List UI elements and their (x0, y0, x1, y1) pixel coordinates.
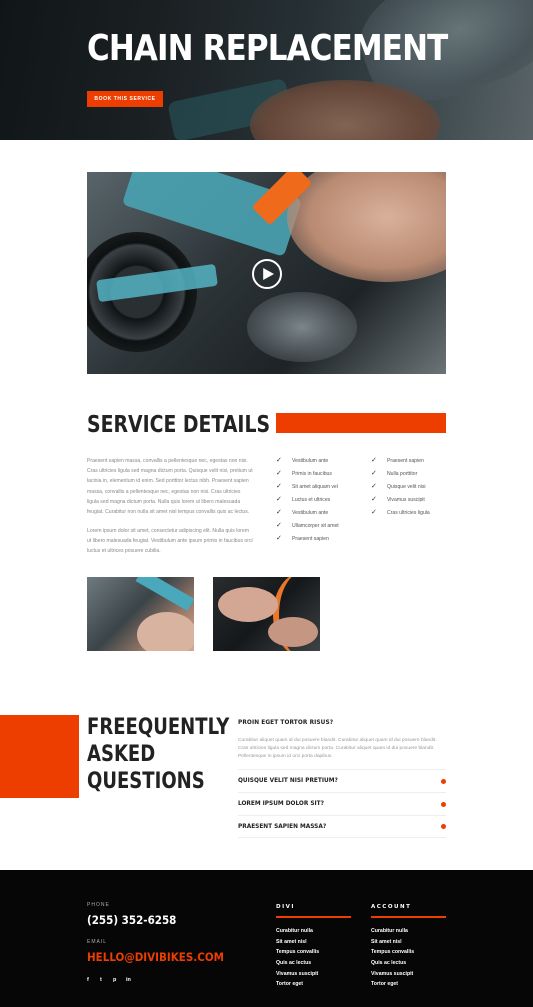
checklist-right: ✓ Praesent sapien ✓ Nulla porttitor ✓ Quisq… (371, 454, 430, 519)
checklist-left: ✓ Vestibulum ante ✓ Primis in faucibus ✓ Si… (276, 454, 339, 545)
faq-question: PRAESENT SAPIEN MASSA? (238, 823, 327, 830)
twitter-icon[interactable]: t (100, 977, 113, 983)
checklist-item: ✓ Vivamus suscipit (371, 496, 425, 503)
footer-links-account: Curabitur nulla Sit amet nisl Tempus con… (371, 928, 414, 992)
book-service-button[interactable]: BOOK THIS SERVICE (87, 91, 163, 107)
footer-link[interactable]: Quis ac lectus (276, 960, 319, 971)
footer-column-title-divi: DIVI (276, 904, 295, 910)
faq-question-open[interactable]: PROIN EGET TORTOR RISUS? (238, 720, 446, 726)
thumb-hand-shape (137, 612, 194, 651)
video-player[interactable] (87, 172, 446, 374)
footer-column-title-account: ACCOUNT (371, 904, 412, 910)
footer-link[interactable]: Tortor eget (371, 981, 414, 992)
checklist-item: ✓ Ullamcorper sit amet (276, 522, 339, 529)
footer (0, 870, 533, 1007)
checklist-item: ✓ Quisque velit nisi (371, 483, 426, 490)
thumb-hand-shape-2 (268, 617, 318, 647)
accent-bar (276, 413, 446, 433)
checklist-item: ✓ Primis in faucibus (276, 470, 332, 477)
check-icon: ✓ (276, 483, 282, 490)
pinterest-icon[interactable]: p (113, 977, 126, 983)
faq-heading-line-3: QUESTIONS (87, 769, 205, 794)
linkedin-icon[interactable]: in (126, 977, 139, 983)
faq-heading-line-2: ASKED (87, 742, 156, 767)
checklist-item: ✓ Cras ultricies ligula (371, 509, 430, 516)
faq-heading-line-1: FREEQUENTLY (87, 715, 230, 740)
toggle-dot-icon (441, 778, 446, 784)
toggle-dot-icon (441, 824, 446, 829)
thumb-hand-shape (218, 587, 278, 622)
thumb-frame-shape (135, 577, 194, 612)
toggle-dot-icon (441, 801, 446, 807)
hero-overlay (0, 0, 533, 140)
faq-question: LOREM IPSUM DOLOR SIT? (238, 801, 324, 807)
facebook-icon[interactable]: f (87, 977, 100, 983)
footer-link[interactable]: Vivamus suscipit (276, 971, 319, 982)
check-icon: ✓ (371, 470, 377, 477)
checklist-item: ✓ Vestibulum ante (276, 509, 329, 516)
service-description: Praesent sapien massa, convallis a pelle… (87, 458, 253, 516)
hero-banner: CHAIN REPLACEMENT BOOK THIS SERVICE (0, 0, 533, 140)
footer-link[interactable]: Vivamus suscipit (371, 971, 414, 982)
faq-accent-block (0, 715, 79, 798)
check-icon: ✓ (276, 496, 282, 503)
play-button[interactable] (252, 259, 282, 289)
check-icon: ✓ (276, 522, 282, 529)
checklist-item: ✓ Luctus et ultrices (276, 496, 331, 503)
video-photo-shadow (247, 292, 357, 362)
checklist-item: ✓ Praesent sapien (276, 535, 329, 542)
service-description-secondary: Lorem ipsum dolor sit amet, consectetur … (87, 528, 253, 555)
page-title: CHAIN REPLACEMENT (87, 28, 448, 69)
footer-link[interactable]: Tempus convallis (371, 949, 414, 960)
faq-heading: FREEQUENTLY ASKED QUESTIONS (87, 714, 229, 795)
video-photo-hand (287, 172, 446, 282)
footer-links-divi: Curabitur nulla Sit amet nisl Tempus con… (276, 928, 319, 992)
check-icon: ✓ (276, 457, 282, 464)
checklist-item: ✓ Vestibulum ante (276, 457, 329, 464)
check-icon: ✓ (371, 457, 377, 464)
footer-link[interactable]: Tempus convallis (276, 949, 319, 960)
footer-rule (276, 916, 351, 918)
check-icon: ✓ (276, 535, 282, 542)
email-link[interactable]: HELLO@DIVIBIKES.COM (87, 950, 224, 964)
faq-question: QUISQUE VELIT NISI PRETIUM? (238, 778, 338, 784)
social-links: f t p in (87, 977, 139, 983)
check-icon: ✓ (371, 509, 377, 516)
check-icon: ✓ (371, 496, 377, 503)
faq-toggle[interactable]: QUISQUE VELIT NISI PRETIUM? (238, 769, 446, 792)
footer-link[interactable]: Curabitur nulla (371, 928, 414, 939)
check-icon: ✓ (371, 483, 377, 490)
footer-rule (371, 916, 446, 918)
gallery-image-2[interactable] (213, 577, 320, 651)
footer-link[interactable]: Tortor eget (276, 981, 319, 992)
gallery-image-1[interactable] (87, 577, 194, 651)
checklist-item: ✓ Nulla porttitor (371, 470, 418, 477)
checklist-item: ✓ Praesent sapien (371, 457, 424, 464)
play-icon (263, 268, 274, 280)
faq-toggle[interactable]: LOREM IPSUM DOLOR SIT? (238, 792, 446, 815)
checklist-item: ✓ Sit amet aliquam vel (276, 483, 338, 490)
footer-link[interactable]: Sit amet nisl (371, 939, 414, 950)
faq-toggle[interactable]: PRAESENT SAPIEN MASSA? (238, 815, 446, 838)
phone-label: PHONE (87, 902, 110, 908)
check-icon: ✓ (276, 470, 282, 477)
footer-link[interactable]: Quis ac lectus (371, 960, 414, 971)
service-details-heading: SERVICE DETAILS (87, 412, 271, 438)
faq-answer: Curabitur aliquet quam id dui posuere bl… (238, 738, 437, 759)
check-icon: ✓ (276, 509, 282, 516)
phone-link[interactable]: (255) 352-6258 (87, 913, 176, 927)
footer-link[interactable]: Sit amet nisl (276, 939, 319, 950)
footer-link[interactable]: Curabitur nulla (276, 928, 319, 939)
email-label: EMAIL (87, 939, 108, 945)
